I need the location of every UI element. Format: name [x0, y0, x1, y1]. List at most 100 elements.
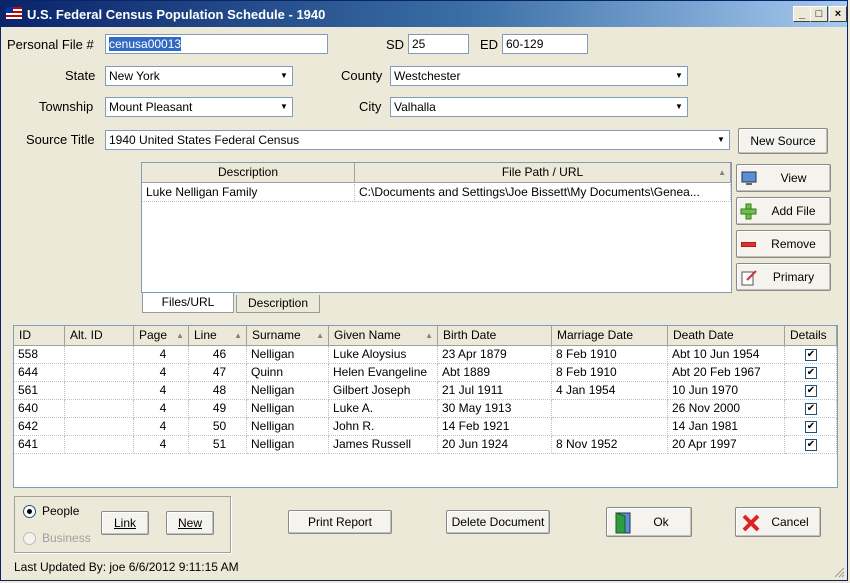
cell-line[interactable]: 46	[189, 346, 247, 364]
file-row-description[interactable]: Luke Nelligan Family	[142, 184, 355, 202]
cell-surname[interactable]: Nelligan	[247, 382, 329, 400]
link-button[interactable]: Link	[101, 511, 149, 535]
details-checkbox[interactable]: ✔	[805, 403, 817, 415]
col-given-name[interactable]: Given Name ▲	[329, 326, 438, 346]
col-line[interactable]: Line ▲	[189, 326, 247, 346]
col-birth-date[interactable]: Birth Date	[438, 326, 552, 346]
township-select[interactable]: Mount Pleasant ▼	[105, 97, 293, 117]
details-checkbox[interactable]: ✔	[805, 421, 817, 433]
details-checkbox[interactable]: ✔	[805, 349, 817, 361]
cell-surname[interactable]: Nelligan	[247, 436, 329, 454]
print-report-button[interactable]: Print Report	[288, 510, 392, 534]
col-surname[interactable]: Surname ▲	[247, 326, 329, 346]
cell-marriage[interactable]: 8 Feb 1910	[552, 346, 668, 364]
cell-alt[interactable]	[65, 382, 134, 400]
details-checkbox[interactable]: ✔	[805, 367, 817, 379]
ed-input[interactable]: 60-129	[502, 34, 588, 54]
cell-alt[interactable]	[65, 436, 134, 454]
business-radio[interactable]	[23, 532, 36, 545]
cell-given[interactable]: James Russell	[329, 436, 438, 454]
source-title-select[interactable]: 1940 United States Federal Census ▼	[105, 130, 730, 150]
details-checkbox[interactable]: ✔	[805, 385, 817, 397]
new-button[interactable]: New	[166, 511, 214, 535]
cell-id[interactable]: 561	[14, 382, 65, 400]
title-bar[interactable]: U.S. Federal Census Population Schedule …	[1, 1, 847, 27]
people-radio[interactable]	[23, 505, 36, 518]
chevron-down-icon[interactable]: ▼	[715, 133, 727, 147]
city-select[interactable]: Valhalla ▼	[390, 97, 688, 117]
cell-death[interactable]: 10 Jun 1970	[668, 382, 785, 400]
primary-button[interactable]: Primary	[736, 263, 831, 291]
cell-marriage[interactable]	[552, 418, 668, 436]
chevron-down-icon[interactable]: ▼	[278, 100, 290, 114]
remove-button[interactable]: Remove	[736, 230, 831, 258]
tab-files-url[interactable]: Files/URL	[142, 293, 234, 313]
cell-given[interactable]: Gilbert Joseph	[329, 382, 438, 400]
files-col-description[interactable]: Description	[142, 163, 355, 183]
cell-marriage[interactable]: 8 Feb 1910	[552, 364, 668, 382]
new-source-button[interactable]: New Source	[738, 128, 828, 154]
chevron-down-icon[interactable]: ▼	[673, 69, 685, 83]
cell-id[interactable]: 558	[14, 346, 65, 364]
cell-death[interactable]: Abt 10 Jun 1954	[668, 346, 785, 364]
cell-line[interactable]: 49	[189, 400, 247, 418]
cell-birth[interactable]: 23 Apr 1879	[438, 346, 552, 364]
file-row-path[interactable]: C:\Documents and Settings\Joe Bissett\My…	[355, 184, 731, 202]
cell-birth[interactable]: 14 Feb 1921	[438, 418, 552, 436]
cell-id[interactable]: 642	[14, 418, 65, 436]
cell-marriage[interactable]: 4 Jan 1954	[552, 382, 668, 400]
sd-input[interactable]: 25	[408, 34, 469, 54]
cell-death[interactable]: 20 Apr 1997	[668, 436, 785, 454]
cell-death[interactable]: Abt 20 Feb 1967	[668, 364, 785, 382]
cell-marriage[interactable]: 8 Nov 1952	[552, 436, 668, 454]
minimize-icon[interactable]: _	[793, 6, 811, 22]
cell-line[interactable]: 47	[189, 364, 247, 382]
resize-grip-icon[interactable]	[833, 566, 845, 578]
cell-birth[interactable]: Abt 1889	[438, 364, 552, 382]
files-col-path[interactable]: File Path / URL ▲	[355, 163, 731, 183]
files-grid[interactable]: Description File Path / URL ▲ Luke Nellig…	[141, 162, 732, 293]
cell-page[interactable]: 4	[134, 346, 189, 364]
cell-line[interactable]: 51	[189, 436, 247, 454]
cell-given[interactable]: Helen Evangeline	[329, 364, 438, 382]
delete-document-button[interactable]: Delete Document	[446, 510, 550, 534]
cell-given[interactable]: Luke A.	[329, 400, 438, 418]
cell-birth[interactable]: 20 Jun 1924	[438, 436, 552, 454]
cell-page[interactable]: 4	[134, 418, 189, 436]
cell-id[interactable]: 641	[14, 436, 65, 454]
col-marriage-date[interactable]: Marriage Date	[552, 326, 668, 346]
cell-alt[interactable]	[65, 418, 134, 436]
cell-alt[interactable]	[65, 346, 134, 364]
cell-id[interactable]: 644	[14, 364, 65, 382]
col-page[interactable]: Page ▲	[134, 326, 189, 346]
cell-alt[interactable]	[65, 364, 134, 382]
people-grid[interactable]: ID Alt. ID Page ▲ Line ▲ Surname ▲ Given Na…	[13, 325, 838, 488]
cell-given[interactable]: John R.	[329, 418, 438, 436]
view-button[interactable]: View	[736, 164, 831, 192]
col-id[interactable]: ID	[14, 326, 65, 346]
cell-page[interactable]: 4	[134, 364, 189, 382]
ok-button[interactable]: Ok	[606, 507, 692, 537]
details-checkbox[interactable]: ✔	[805, 439, 817, 451]
col-death-date[interactable]: Death Date	[668, 326, 785, 346]
cell-given[interactable]: Luke Aloysius	[329, 346, 438, 364]
cell-id[interactable]: 640	[14, 400, 65, 418]
close-icon[interactable]: ×	[829, 6, 847, 22]
cancel-button[interactable]: Cancel	[735, 507, 821, 537]
chevron-down-icon[interactable]: ▼	[278, 69, 290, 83]
col-details[interactable]: Details	[785, 326, 837, 346]
cell-death[interactable]: 26 Nov 2000	[668, 400, 785, 418]
cell-alt[interactable]	[65, 400, 134, 418]
cell-death[interactable]: 14 Jan 1981	[668, 418, 785, 436]
cell-surname[interactable]: Nelligan	[247, 400, 329, 418]
cell-birth[interactable]: 21 Jul 1911	[438, 382, 552, 400]
cell-page[interactable]: 4	[134, 436, 189, 454]
add-file-button[interactable]: Add File	[736, 197, 831, 225]
cell-line[interactable]: 48	[189, 382, 247, 400]
cell-surname[interactable]: Nelligan	[247, 346, 329, 364]
tab-description[interactable]: Description	[236, 295, 320, 313]
cell-surname[interactable]: Nelligan	[247, 418, 329, 436]
cell-surname[interactable]: Quinn	[247, 364, 329, 382]
cell-birth[interactable]: 30 May 1913	[438, 400, 552, 418]
chevron-down-icon[interactable]: ▼	[673, 100, 685, 114]
